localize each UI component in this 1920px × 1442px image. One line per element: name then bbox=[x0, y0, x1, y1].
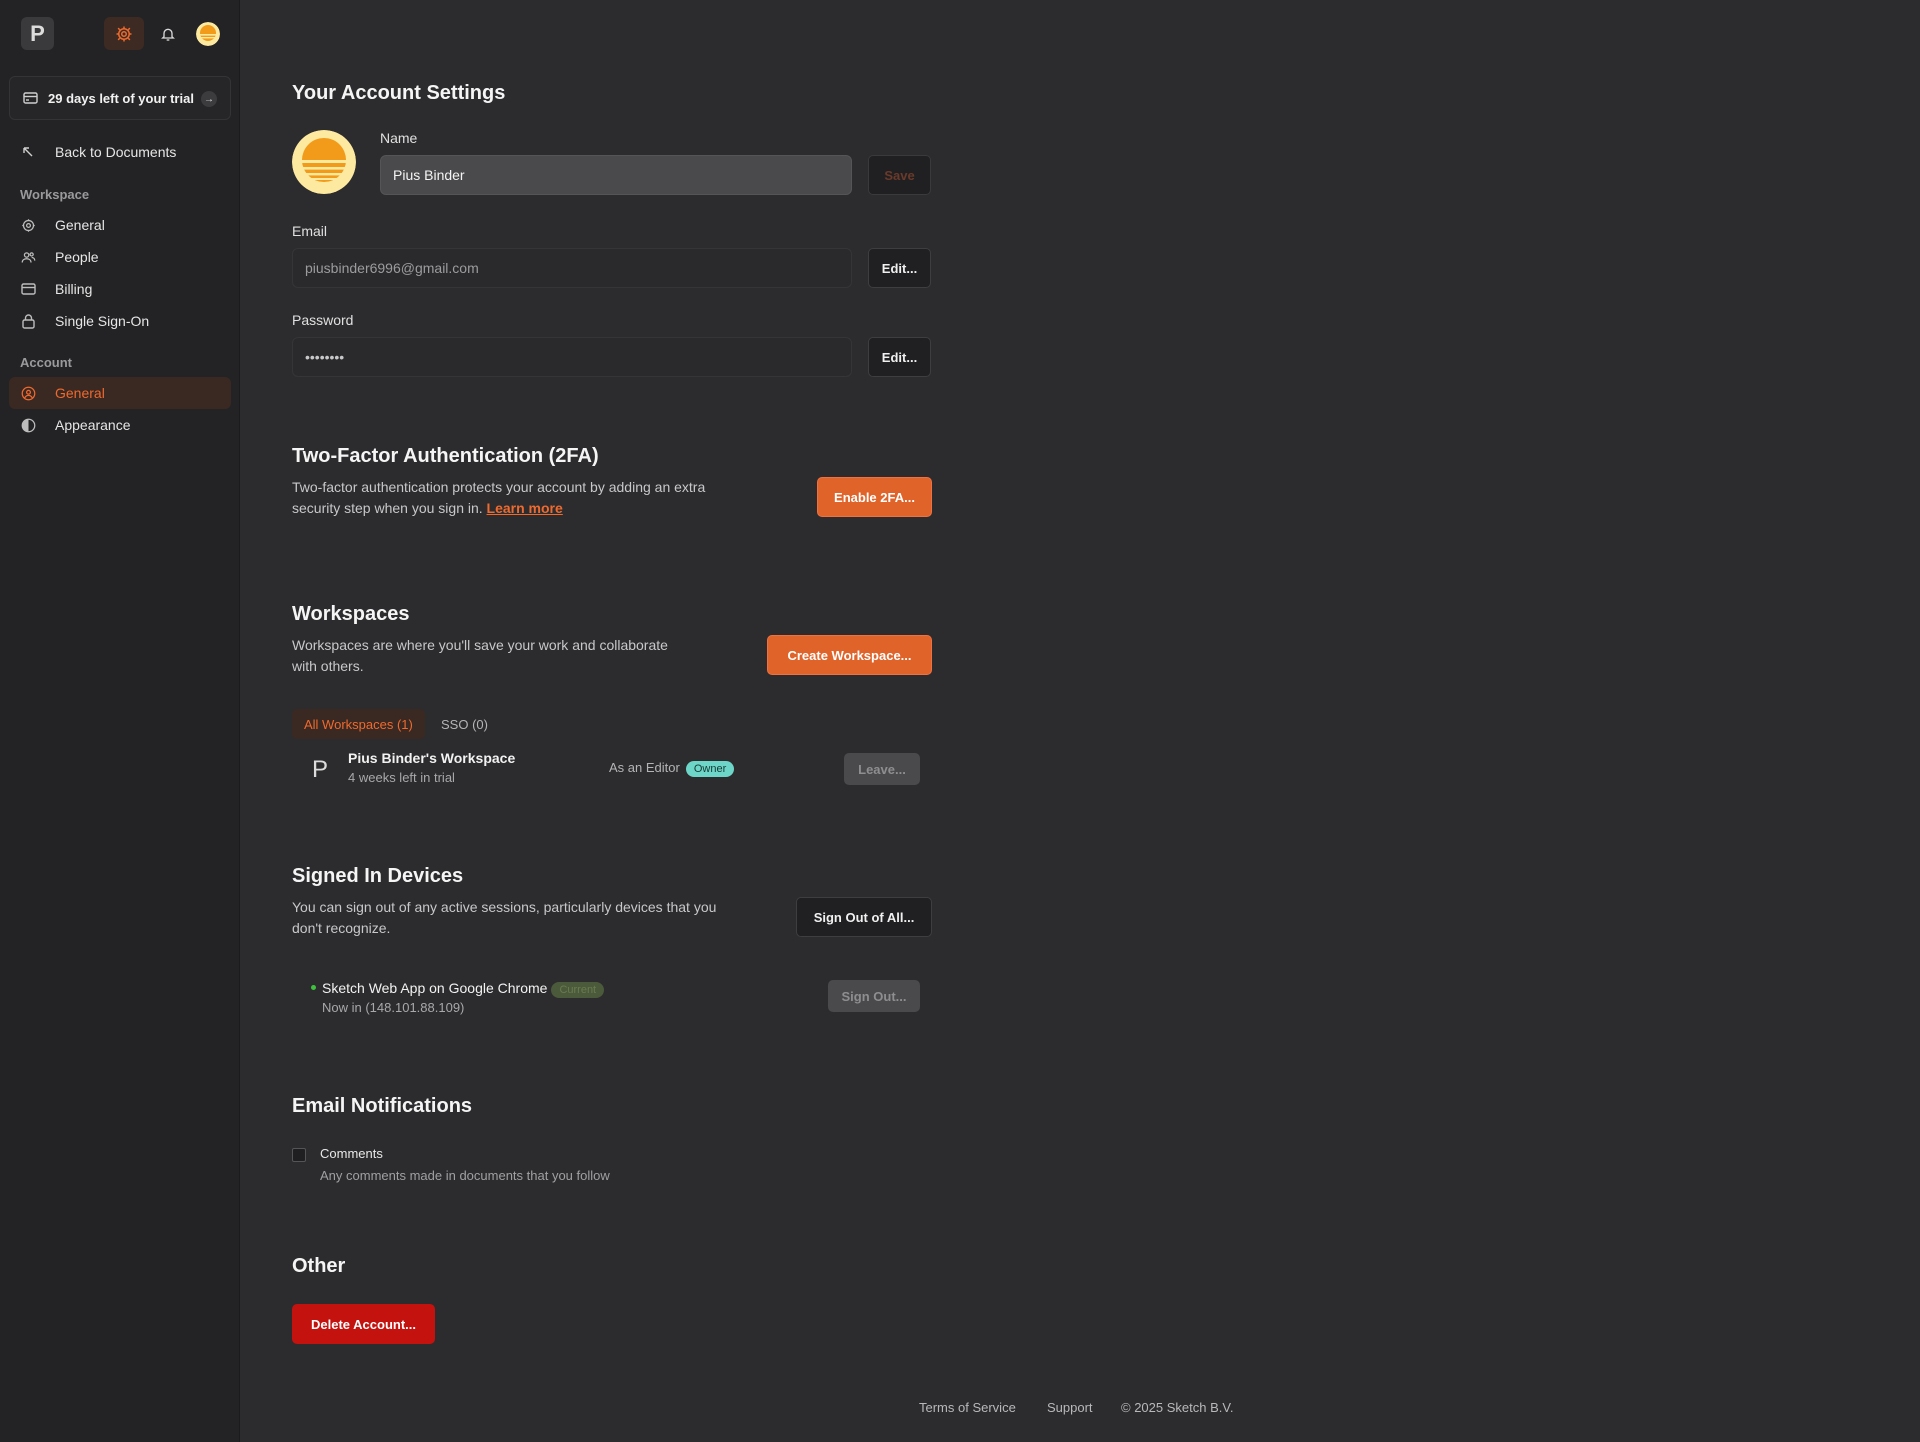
workspace-badge[interactable]: P bbox=[21, 17, 54, 50]
device-name: Sketch Web App on Google Chrome Current bbox=[322, 980, 605, 998]
credit-card-icon bbox=[20, 281, 36, 297]
workspace-row: P Pius Binder's Workspace 4 weeks left i… bbox=[292, 748, 932, 792]
workspace-name: Pius Binder's Workspace bbox=[348, 750, 516, 766]
edit-email-button[interactable]: Edit... bbox=[868, 248, 931, 288]
bell-icon bbox=[161, 28, 175, 41]
support-link[interactable]: Support bbox=[1047, 1400, 1093, 1415]
notifications-button[interactable] bbox=[148, 17, 188, 50]
user-avatar[interactable] bbox=[196, 22, 220, 46]
workspace-sub: 4 weeks left in trial bbox=[348, 770, 455, 785]
account-heading: Account bbox=[20, 355, 72, 370]
create-workspace-button[interactable]: Create Workspace... bbox=[767, 635, 932, 675]
owner-badge: Owner bbox=[685, 761, 735, 777]
save-button[interactable]: Save bbox=[868, 155, 931, 195]
workspaces-title: Workspaces bbox=[292, 603, 410, 625]
workspaces-description: Workspaces are where you'll save your wo… bbox=[292, 635, 732, 677]
sidebar-item-label: Billing bbox=[55, 281, 93, 297]
twofa-description: Two-factor authentication protects your … bbox=[292, 477, 792, 519]
arrow-right-icon: → bbox=[201, 91, 217, 107]
device-sub: Now in (148.101.88.109) bbox=[322, 1000, 465, 1015]
device-row: Sketch Web App on Google Chrome Current N… bbox=[292, 978, 932, 1022]
email-label: Email bbox=[292, 223, 328, 239]
sidebar: P 29 days left of your trial → Back to D… bbox=[0, 0, 240, 1442]
workspace-role: As an Editor Owner bbox=[609, 760, 735, 777]
people-icon bbox=[20, 249, 36, 265]
password-field: •••••••• bbox=[292, 337, 852, 377]
arrow-up-left-icon bbox=[20, 144, 36, 160]
edit-password-button[interactable]: Edit... bbox=[868, 337, 931, 377]
twofa-title: Two-Factor Authentication (2FA) bbox=[292, 445, 599, 467]
twofa-desc-line2: security step when you sign in. Learn mo… bbox=[292, 498, 792, 519]
twofa-desc-text: security step when you sign in. bbox=[292, 500, 483, 516]
credit-card-icon bbox=[23, 92, 38, 104]
sidebar-item-sso[interactable]: Single Sign-On bbox=[9, 305, 231, 337]
profile-avatar[interactable] bbox=[292, 130, 356, 194]
learn-more-link[interactable]: Learn more bbox=[487, 500, 563, 516]
sidebar-item-billing[interactable]: Billing bbox=[9, 273, 231, 305]
password-label: Password bbox=[292, 312, 354, 328]
devices-title: Signed In Devices bbox=[292, 865, 464, 887]
comments-label: Comments bbox=[320, 1146, 383, 1161]
copyright: © 2025 Sketch B.V. bbox=[1121, 1400, 1234, 1415]
email-field: piusbinder6996@gmail.com bbox=[292, 248, 852, 288]
user-circle-icon bbox=[20, 385, 36, 401]
sign-out-all-button[interactable]: Sign Out of All... bbox=[796, 897, 932, 937]
workspaces-desc-line2: with others. bbox=[292, 658, 364, 674]
workspace-initial: P bbox=[312, 756, 329, 783]
other-title: Other bbox=[292, 1255, 346, 1277]
trial-banner[interactable]: 29 days left of your trial → bbox=[9, 76, 231, 120]
workspace-heading: Workspace bbox=[20, 187, 90, 202]
account-settings-title: Your Account Settings bbox=[292, 82, 506, 104]
trial-label: 29 days left of your trial bbox=[48, 90, 194, 106]
devices-description: You can sign out of any active sessions,… bbox=[292, 897, 792, 939]
sidebar-topbar: P bbox=[0, 0, 240, 68]
enable-2fa-button[interactable]: Enable 2FA... bbox=[817, 477, 932, 517]
leave-workspace-button[interactable]: Leave... bbox=[844, 753, 920, 785]
device-name-label: Sketch Web App on Google Chrome bbox=[322, 980, 548, 996]
sidebar-item-workspace-general[interactable]: General bbox=[9, 209, 231, 241]
devices-desc-line1: You can sign out of any active sessions,… bbox=[292, 899, 717, 915]
settings-button[interactable] bbox=[104, 17, 144, 50]
workspaces-desc-line1: Workspaces are where you'll save your wo… bbox=[292, 637, 668, 653]
lock-icon bbox=[20, 313, 36, 329]
name-input[interactable]: Pius Binder bbox=[380, 155, 852, 195]
terms-link[interactable]: Terms of Service bbox=[919, 1400, 1016, 1415]
sidebar-item-label: People bbox=[55, 249, 99, 265]
tab-all-workspaces[interactable]: All Workspaces (1) bbox=[292, 709, 425, 739]
sidebar-item-account-general[interactable]: General bbox=[9, 377, 231, 409]
contrast-icon bbox=[20, 417, 36, 433]
back-label: Back to Documents bbox=[55, 144, 177, 160]
name-label: Name bbox=[380, 130, 418, 146]
sidebar-item-label: General bbox=[55, 385, 105, 401]
tab-sso[interactable]: SSO (0) bbox=[429, 709, 500, 739]
comments-sub: Any comments made in documents that you … bbox=[320, 1168, 610, 1183]
gear-icon bbox=[116, 26, 132, 41]
active-status-dot bbox=[311, 985, 316, 990]
current-badge: Current bbox=[551, 982, 605, 998]
sidebar-item-label: Appearance bbox=[55, 417, 131, 433]
sidebar-item-people[interactable]: People bbox=[9, 241, 231, 273]
sidebar-item-label: Single Sign-On bbox=[55, 313, 150, 329]
notifications-title: Email Notifications bbox=[292, 1095, 473, 1117]
gear-icon bbox=[20, 217, 36, 233]
sign-out-device-button[interactable]: Sign Out... bbox=[828, 980, 920, 1012]
twofa-desc-line1: Two-factor authentication protects your … bbox=[292, 479, 706, 495]
workspace-role-label: As an Editor bbox=[609, 760, 680, 775]
sidebar-item-appearance[interactable]: Appearance bbox=[9, 409, 231, 441]
devices-desc-line2: don't recognize. bbox=[292, 920, 391, 936]
comments-checkbox[interactable] bbox=[292, 1148, 306, 1162]
sidebar-item-label: General bbox=[55, 217, 105, 233]
delete-account-button[interactable]: Delete Account... bbox=[292, 1304, 435, 1344]
back-to-documents[interactable]: Back to Documents bbox=[9, 136, 231, 168]
